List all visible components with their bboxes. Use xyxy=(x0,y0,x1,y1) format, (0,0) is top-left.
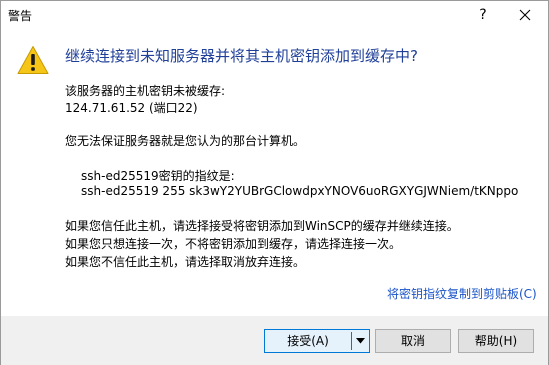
close-button[interactable] xyxy=(503,1,548,30)
button-bar: 接受(A) 取消 帮助(H) xyxy=(1,316,548,365)
chevron-down-icon xyxy=(356,338,365,344)
cancel-button[interactable]: 取消 xyxy=(375,329,451,353)
cannot-verify-text: 您无法保证服务器就是您认为的那台计算机。 xyxy=(65,134,306,148)
not-cached-text: 该服务器的主机密钥未被缓存: xyxy=(65,84,226,98)
host-text: 124.71.61.52 (端口22) xyxy=(65,101,198,115)
warning-dialog: 警告 ? 继续连接到未知服务器并将其主机密钥添加到缓存中? 该服务器的主机密钥未… xyxy=(0,0,549,365)
copy-fingerprint-link[interactable]: 将密钥指纹复制到剪贴板(C) xyxy=(387,285,537,302)
window-title: 警告 xyxy=(8,9,33,23)
title-bar: 警告 ? xyxy=(1,1,548,30)
distrust-instruction: 如果您不信任此主机，请选择取消放弃连接。 xyxy=(65,255,306,269)
help-button[interactable]: 帮助(H) xyxy=(458,329,534,353)
accept-button-label: 接受(A) xyxy=(287,334,329,348)
accept-button[interactable]: 接受(A) xyxy=(264,329,370,353)
fingerprint-value: ssh-ed25519 255 sk3wY2YUBrGClowdpxYNOV6u… xyxy=(81,184,519,198)
accept-dropdown-button[interactable] xyxy=(352,330,369,352)
fingerprint-label: ssh-ed25519密钥的指纹是: xyxy=(81,169,235,183)
close-icon xyxy=(519,9,531,21)
trust-instruction: 如果您信任此主机，请选择接受将密钥添加到WinSCP的缓存并继续连接。 xyxy=(65,219,459,233)
dialog-heading: 继续连接到未知服务器并将其主机密钥添加到缓存中? xyxy=(65,47,418,65)
once-instruction: 如果您只想连接一次，不将密钥添加到缓存，请选择连接一次。 xyxy=(65,237,402,251)
help-title-button[interactable]: ? xyxy=(463,1,503,30)
warning-icon xyxy=(17,46,49,74)
